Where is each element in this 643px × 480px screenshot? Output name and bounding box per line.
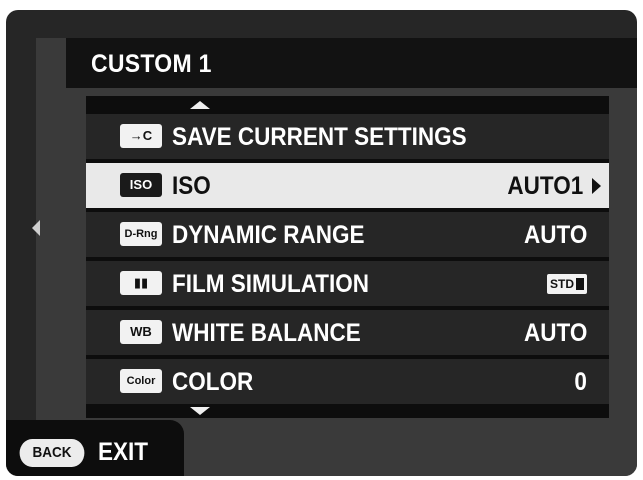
menu-item-label: WHITE BALANCE	[172, 319, 361, 347]
dynamic-range-icon: D-Rng	[120, 222, 162, 246]
menu-item-label: FILM SIMULATION	[172, 270, 370, 298]
menu-item-value: AUTO1	[507, 172, 583, 200]
menu-item-value: 0	[574, 368, 587, 396]
std-film-icon: STD	[547, 274, 587, 294]
menu-item-color[interactable]: Color COLOR 0	[86, 359, 609, 404]
menu-item-value: AUTO	[523, 319, 587, 347]
scroll-up-icon[interactable]	[190, 101, 210, 109]
menu-item-label: SAVE CURRENT SETTINGS	[172, 123, 467, 151]
menu-item-label: COLOR	[172, 368, 254, 396]
footer-bar: BACK EXIT	[6, 420, 184, 476]
menu-item-label: ISO	[172, 172, 211, 200]
page-title: CUSTOM 1	[91, 50, 212, 78]
film-simulation-icon: ▮▮	[120, 271, 162, 295]
menu-item-white-balance[interactable]: WB WHITE BALANCE AUTO	[86, 310, 609, 355]
menu-item-dynamic-range[interactable]: D-Rng DYNAMIC RANGE AUTO	[86, 212, 609, 257]
color-icon: Color	[120, 369, 162, 393]
menu-item-film-simulation[interactable]: ▮▮ FILM SIMULATION STD	[86, 261, 609, 306]
menu-item-iso[interactable]: ISO ISO AUTO1	[86, 163, 609, 208]
menu-list: →C SAVE CURRENT SETTINGS ISO ISO AUTO1 D…	[86, 96, 609, 418]
menu-item-label: DYNAMIC RANGE	[172, 221, 365, 249]
save-settings-icon: →C	[120, 124, 162, 148]
back-button[interactable]: BACK	[19, 439, 85, 467]
white-balance-icon: WB	[120, 320, 162, 344]
submenu-arrow-icon	[592, 178, 601, 194]
page-left-arrow-icon[interactable]	[32, 220, 40, 236]
exit-label: EXIT	[98, 438, 149, 466]
iso-icon: ISO	[120, 173, 162, 197]
camera-screen: CUSTOM 1 →C SAVE CURRENT SETTINGS ISO IS…	[6, 10, 637, 476]
menu-item-save-current-settings[interactable]: →C SAVE CURRENT SETTINGS	[86, 114, 609, 159]
scroll-down-icon[interactable]	[190, 407, 210, 415]
menu-item-value: AUTO	[523, 221, 587, 249]
menu-header: CUSTOM 1	[66, 38, 637, 88]
